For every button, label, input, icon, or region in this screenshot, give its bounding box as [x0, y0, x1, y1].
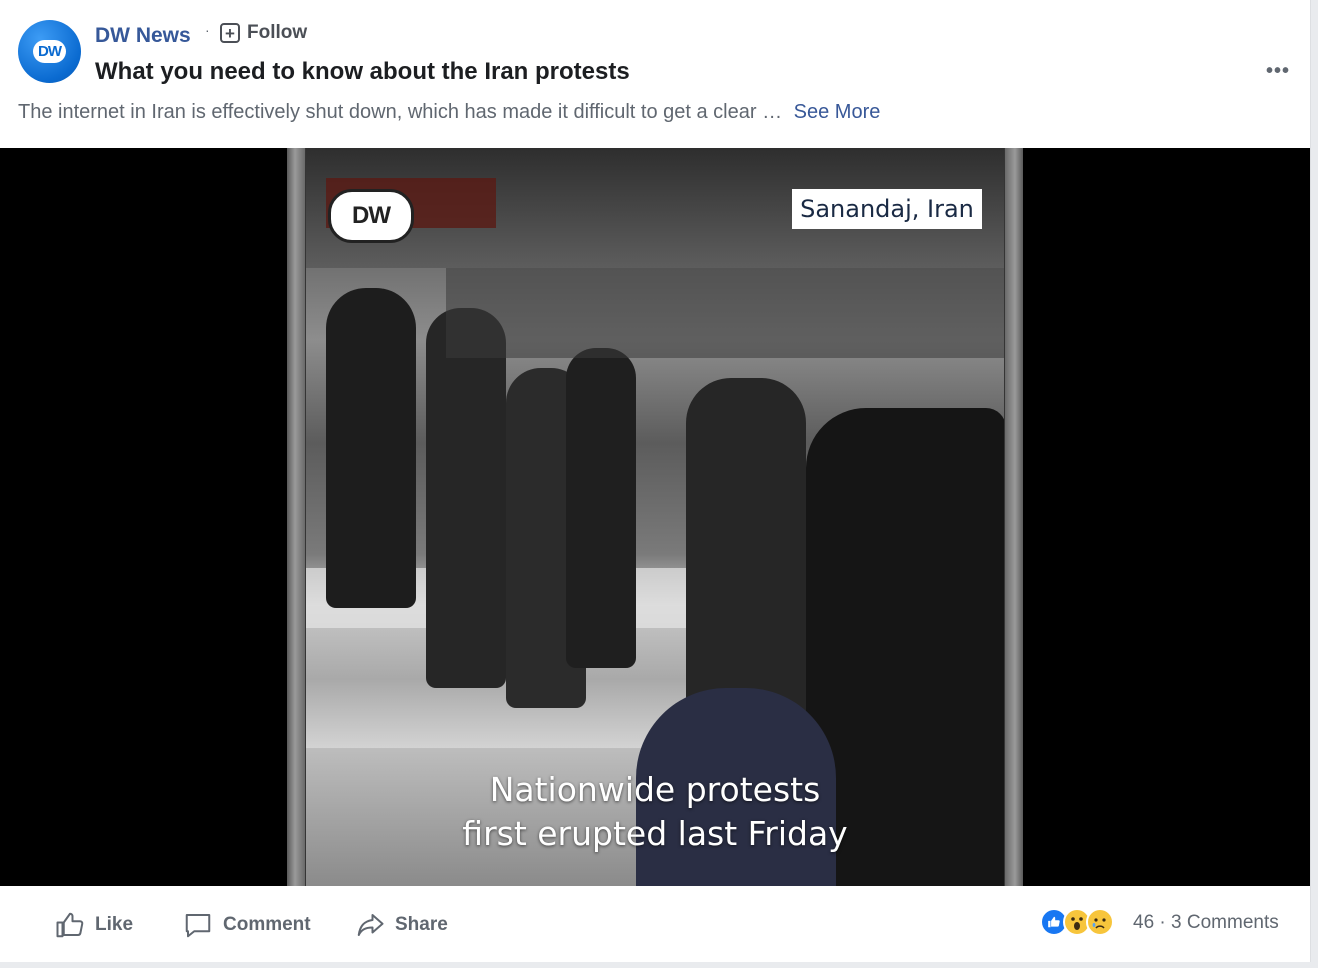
- page-name-link[interactable]: DW News: [95, 24, 191, 48]
- see-more-link[interactable]: See More: [794, 101, 881, 123]
- share-arrow-icon: [357, 914, 384, 936]
- dw-watermark-logo: DW: [328, 189, 414, 243]
- thumbs-up-icon: [56, 912, 84, 938]
- description-text: The internet in Iran is effectively shut…: [18, 101, 783, 123]
- sad-reaction-icon: [1086, 908, 1114, 936]
- comment-button[interactable]: Comment: [183, 910, 311, 940]
- post-stats: 46 · 3 Comments: [1133, 912, 1279, 934]
- like-button[interactable]: Like: [55, 910, 133, 940]
- dw-logo-icon: DW: [33, 40, 66, 63]
- separator-dot: ·: [205, 22, 210, 38]
- share-button[interactable]: Share: [355, 910, 448, 940]
- caption-line-2: first erupted last Friday: [462, 814, 848, 853]
- follow-button[interactable]: + Follow: [220, 22, 307, 44]
- location-label: Sanandaj, Iran: [792, 189, 982, 229]
- follow-plus-icon: +: [220, 23, 240, 43]
- post-description: The internet in Iran is effectively shut…: [18, 101, 880, 124]
- post-card: DW DW News · + Follow What you need to k…: [0, 0, 1311, 962]
- ellipsis-icon[interactable]: •••: [1266, 60, 1290, 83]
- post-title[interactable]: What you need to know about the Iran pro…: [95, 58, 630, 86]
- comments-count-link[interactable]: 3 Comments: [1171, 912, 1279, 933]
- stats-separator: ·: [1159, 912, 1166, 933]
- comment-label: Comment: [223, 914, 311, 935]
- video-caption: Nationwide protests first erupted last F…: [306, 768, 1004, 856]
- video-player[interactable]: Nationwide protests first erupted last F…: [0, 148, 1310, 886]
- caption-line-1: Nationwide protests: [489, 770, 821, 809]
- reaction-count[interactable]: 46: [1133, 912, 1154, 933]
- share-label: Share: [395, 914, 448, 935]
- reaction-icons[interactable]: [1040, 908, 1114, 936]
- speech-bubble-icon: [185, 914, 211, 938]
- page-avatar[interactable]: DW: [18, 20, 81, 83]
- like-label: Like: [95, 914, 134, 935]
- follow-label: Follow: [247, 22, 308, 43]
